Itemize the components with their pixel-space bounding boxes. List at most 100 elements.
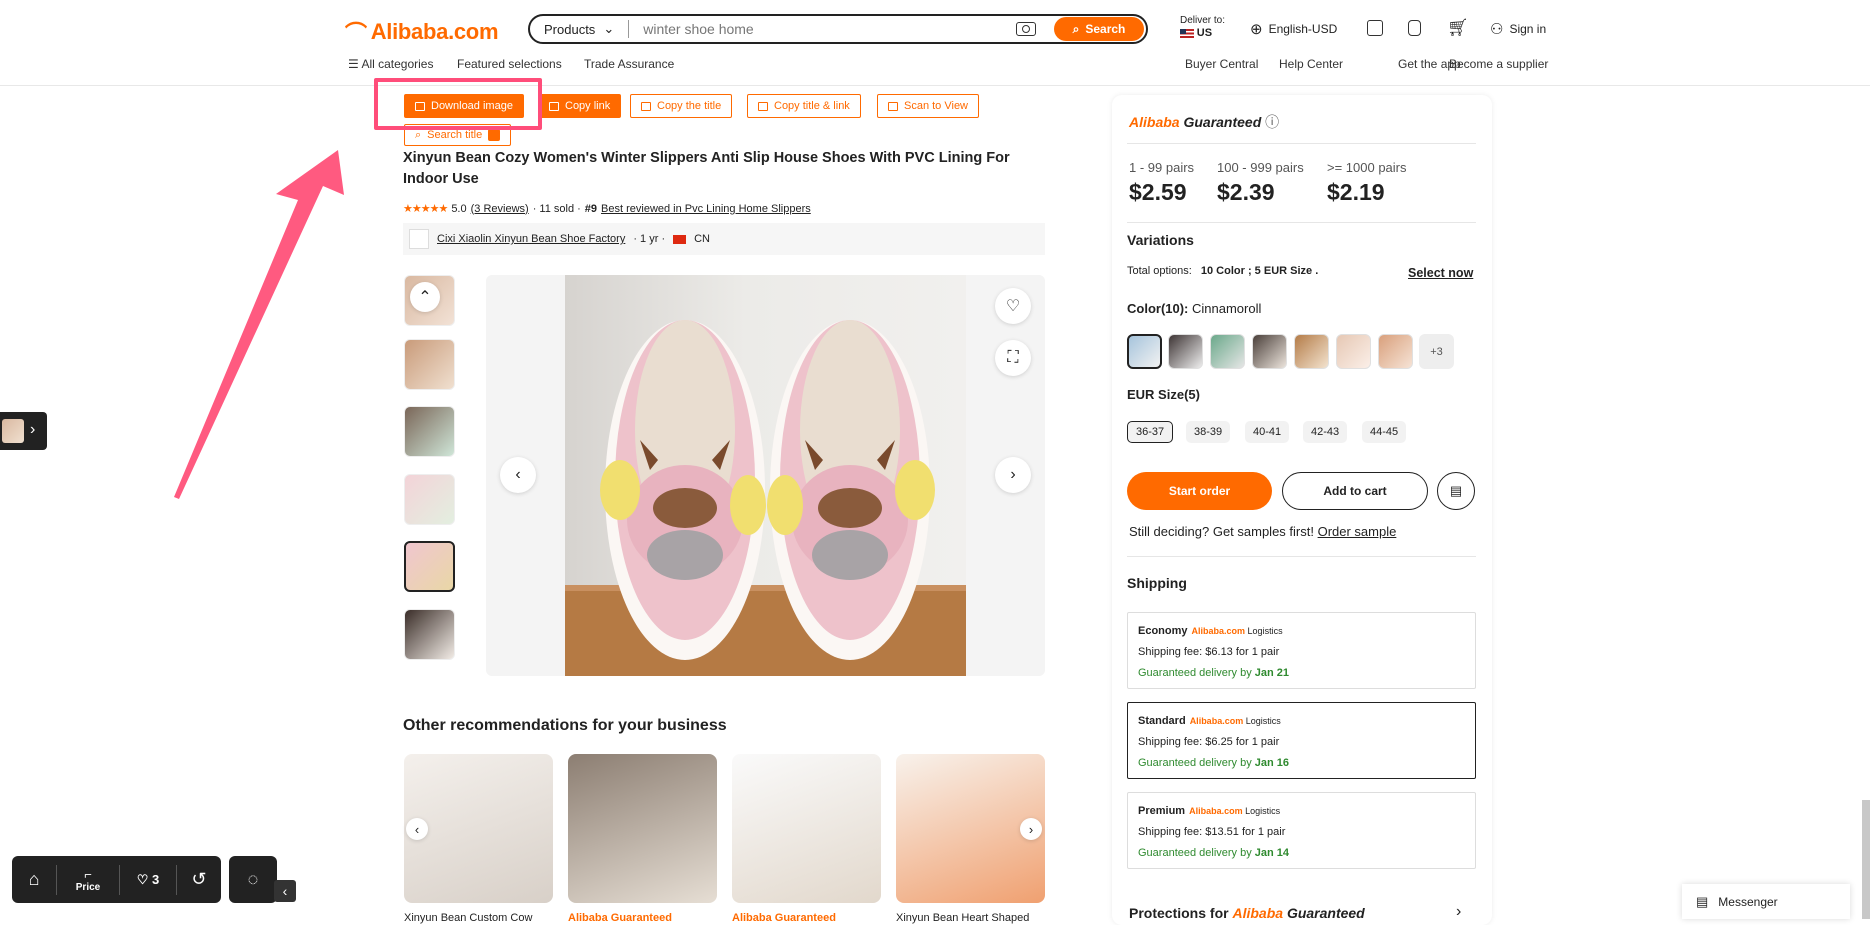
product-photo[interactable] xyxy=(565,275,966,676)
search-category-select[interactable]: Products ⌄ xyxy=(530,20,630,38)
nav-trade-assurance[interactable]: Trade Assurance xyxy=(584,57,674,71)
scan-icon: ⛶ xyxy=(1007,349,1019,366)
sign-in-link[interactable]: ⚇ Sign in xyxy=(1490,20,1546,38)
color-swatch-5[interactable] xyxy=(1294,334,1329,369)
collapse-toolbar-button[interactable]: ‹ xyxy=(274,880,296,902)
color-swatch-3[interactable] xyxy=(1210,334,1245,369)
shipping-option-economy[interactable]: Economy Alibaba.com Logistics Shipping fe… xyxy=(1127,612,1476,689)
thumbnail-2[interactable] xyxy=(404,339,455,390)
price-tier-3: >= 1000 pairs $2.19 xyxy=(1327,160,1407,205)
copy-icon xyxy=(758,101,768,111)
more-colors-button[interactable]: +3 xyxy=(1419,334,1454,369)
nav-buyer-central[interactable]: Buyer Central xyxy=(1185,57,1258,71)
price-sort-button[interactable]: ⌐ Price xyxy=(57,867,119,893)
all-categories-menu[interactable]: ☰ All categories xyxy=(348,57,433,71)
nav-become-supplier[interactable]: Become a supplier xyxy=(1449,57,1548,71)
chat-icon: ◌ xyxy=(247,869,259,889)
favorite-button[interactable]: ♡ xyxy=(995,288,1031,324)
copy-link-button[interactable]: Copy link xyxy=(538,94,622,118)
messages-icon[interactable] xyxy=(1367,20,1383,41)
size-label: EUR Size(5) xyxy=(1127,387,1200,402)
thumbnail-4[interactable] xyxy=(404,474,455,525)
rec-prev-button[interactable]: ‹ xyxy=(406,818,428,840)
chevron-left-icon: ‹ xyxy=(282,883,288,899)
favorites-button[interactable]: ♡ 3 xyxy=(120,872,176,888)
copy-icon xyxy=(641,101,651,111)
china-flag-icon xyxy=(673,234,687,244)
thumbnail-3[interactable] xyxy=(404,406,455,457)
nav-help-center[interactable]: Help Center xyxy=(1279,57,1343,71)
qr-icon xyxy=(888,101,898,111)
order-sample-link[interactable]: Order sample xyxy=(1318,524,1397,539)
orders-icon[interactable] xyxy=(1408,20,1421,41)
alibaba-logo[interactable]: ⌒ Alibaba.com xyxy=(345,16,499,48)
thumbnail-5-selected[interactable] xyxy=(404,541,455,592)
color-swatch-7[interactable] xyxy=(1378,334,1413,369)
history-icon[interactable]: ↺ xyxy=(177,869,221,890)
ranking-link[interactable]: Best reviewed in Pvc Lining Home Slipper… xyxy=(601,203,811,215)
shipping-option-standard[interactable]: Standard Alibaba.com Logistics Shipping f… xyxy=(1127,702,1476,779)
chat-bubble-button[interactable]: ◌ xyxy=(229,856,277,903)
thumbnail-up-button[interactable]: ⌃ xyxy=(410,282,440,312)
search-button[interactable]: ⌕ Search xyxy=(1054,17,1144,41)
globe-icon: ⊕ xyxy=(1250,21,1263,38)
us-flag-icon xyxy=(1180,28,1194,38)
color-swatch-2[interactable] xyxy=(1168,334,1203,369)
image-search-button[interactable]: ⛶ xyxy=(995,340,1031,376)
info-icon[interactable]: ⓘ xyxy=(1265,114,1279,130)
nav-featured-selections[interactable]: Featured selections xyxy=(457,57,562,71)
variations-title: Variations xyxy=(1127,232,1194,248)
rec-label-4: Xinyun Bean Heart Shaped xyxy=(896,912,1030,924)
start-order-button[interactable]: Start order xyxy=(1127,472,1272,510)
color-swatch-4[interactable] xyxy=(1252,334,1287,369)
rec-card-3[interactable] xyxy=(732,754,881,903)
chat-supplier-button[interactable]: ▤ xyxy=(1437,472,1475,510)
language-selector[interactable]: ⊕ English-USD xyxy=(1250,20,1337,38)
copy-title-button[interactable]: Copy the title xyxy=(630,94,733,118)
slippers-illustration xyxy=(565,320,966,676)
color-swatch-6[interactable] xyxy=(1336,334,1371,369)
guaranteed-badge: Alibaba Guaranteed ⓘ xyxy=(1129,114,1280,130)
rec-card-2[interactable] xyxy=(568,754,717,903)
scan-to-view-button[interactable]: Scan to View xyxy=(877,94,980,118)
price-tier-2: 100 - 999 pairs $2.39 xyxy=(1217,160,1304,205)
size-option-5[interactable]: 44-45 xyxy=(1362,421,1407,443)
chat-icon: ▤ xyxy=(1696,893,1709,909)
image-prev-button[interactable]: ‹ xyxy=(500,457,536,493)
total-options: Total options: 10 Color ; 5 EUR Size . xyxy=(1127,265,1319,277)
search-icon: ⌕ xyxy=(1072,21,1080,36)
side-image-widget[interactable]: › xyxy=(0,412,47,450)
color-swatch-1[interactable] xyxy=(1127,334,1162,369)
home-icon[interactable]: ⌂ xyxy=(12,869,56,890)
size-option-2[interactable]: 38-39 xyxy=(1186,421,1231,443)
search-icon: ⌕ xyxy=(415,128,422,141)
thumbnail-6[interactable] xyxy=(404,609,455,660)
image-next-button[interactable]: › xyxy=(995,457,1031,493)
annotation-highlight-box xyxy=(374,78,542,130)
scrollbar[interactable] xyxy=(1862,800,1870,919)
supplier-link[interactable]: Cixi Xiaolin Xinyun Bean Shoe Factory xyxy=(437,233,625,245)
search-bar: Products ⌄ winter shoe home ⌕ Search xyxy=(528,14,1148,44)
reviews-link[interactable]: (3 Reviews) xyxy=(471,203,529,215)
add-to-cart-button[interactable]: Add to cart xyxy=(1282,472,1428,510)
cart-icon[interactable]: 🛒︎ xyxy=(1447,18,1469,38)
size-option-1[interactable]: 36-37 xyxy=(1127,421,1174,443)
camera-icon[interactable] xyxy=(1016,22,1036,36)
color-label: Color(10): Cinnamoroll xyxy=(1127,301,1262,316)
chevron-right-icon: › xyxy=(1010,466,1016,483)
size-option-3[interactable]: 40-41 xyxy=(1245,421,1290,443)
rating-row: ★★★★★ 5.0 (3 Reviews) · 11 sold · #9 Bes… xyxy=(403,202,811,216)
deliver-to[interactable]: Deliver to: US xyxy=(1180,15,1225,40)
rec-label-1: Xinyun Bean Custom Cow xyxy=(404,912,533,924)
copy-title-link-button[interactable]: Copy title & link xyxy=(747,94,861,118)
supplier-logo xyxy=(409,229,429,249)
rec-next-button[interactable]: › xyxy=(1020,818,1042,840)
messenger-widget[interactable]: ▤ Messenger xyxy=(1682,884,1850,919)
divider xyxy=(1127,143,1476,144)
search-input[interactable]: winter shoe home xyxy=(629,21,1016,37)
shipping-option-premium[interactable]: Premium Alibaba.com Logistics Shipping fe… xyxy=(1127,792,1476,869)
select-now-link[interactable]: Select now xyxy=(1408,266,1473,280)
chevron-right-icon[interactable]: › xyxy=(1456,903,1461,921)
shipping-title: Shipping xyxy=(1127,575,1187,591)
size-option-4[interactable]: 42-43 xyxy=(1303,421,1348,443)
